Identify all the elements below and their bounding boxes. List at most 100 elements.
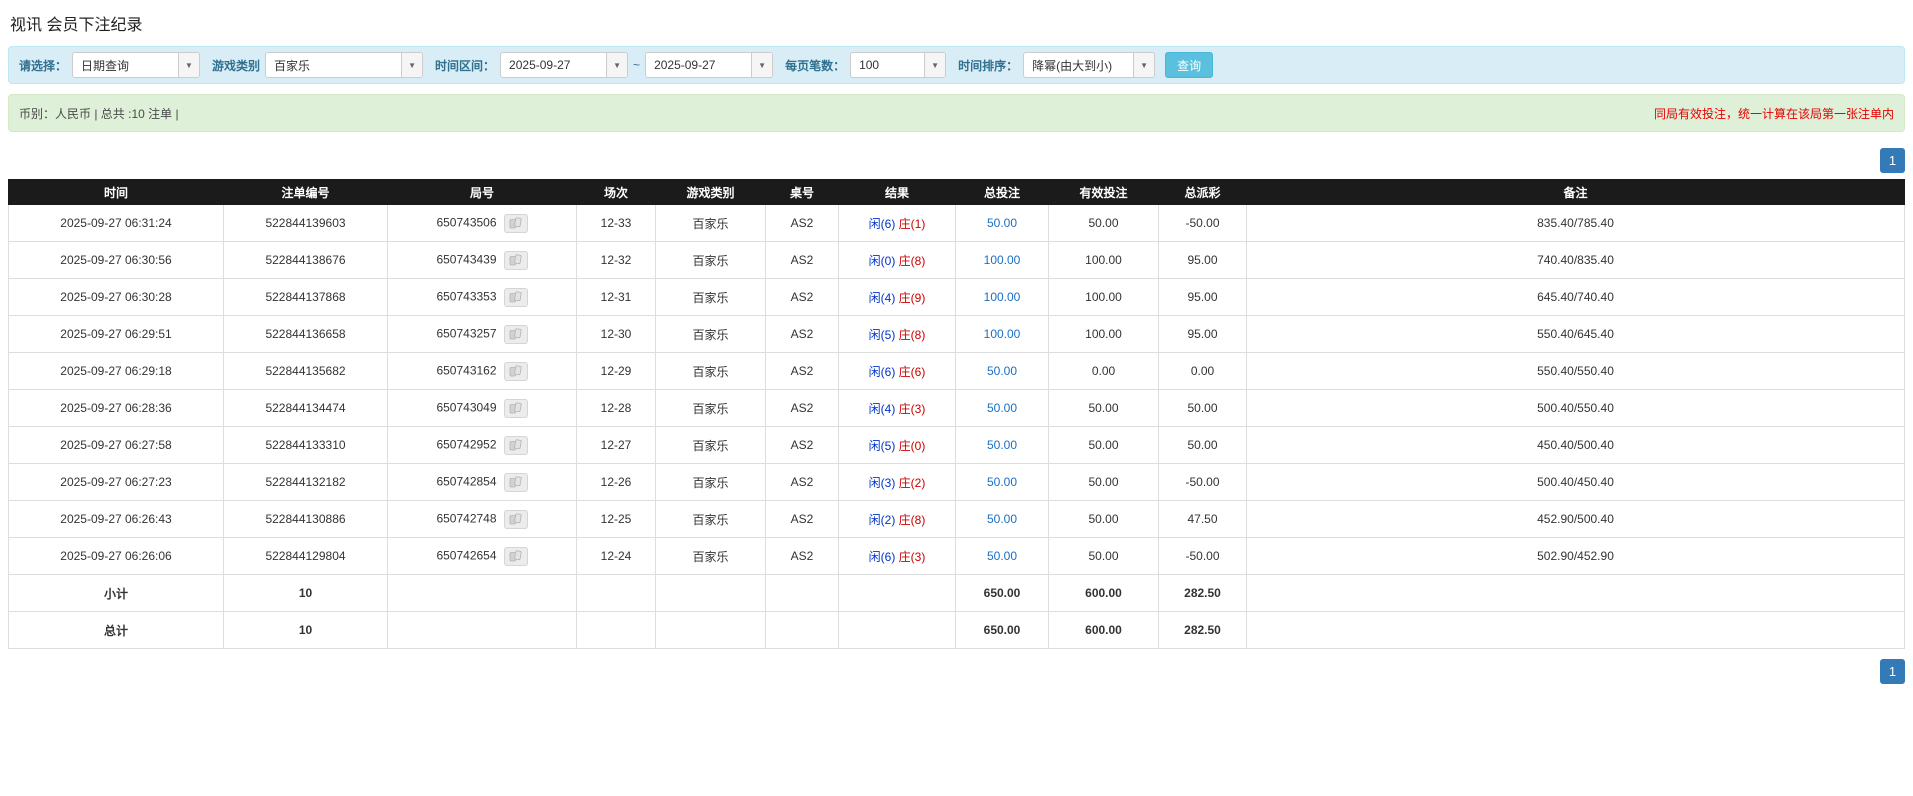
game-result: 闲(5) 庄(0) [839,427,956,464]
bet-id: 522844135682 [224,353,388,390]
column-header: 局号 [388,180,577,205]
total-bet-link[interactable]: 50.00 [987,438,1017,452]
note: 550.40/550.40 [1247,353,1905,390]
total-bet-link[interactable]: 100.00 [984,290,1021,304]
total-bet-link[interactable]: 100.00 [984,253,1021,267]
bet-time: 2025-09-27 06:27:23 [9,464,224,501]
bet-id: 522844133310 [224,427,388,464]
bet-time: 2025-09-27 06:27:58 [9,427,224,464]
session-no: 12-26 [577,464,656,501]
payout: 95.00 [1159,242,1247,279]
page-size-select[interactable]: 100 ▼ [850,52,946,78]
chevron-down-icon[interactable]: ▼ [178,53,199,77]
total-bet-link[interactable]: 50.00 [987,475,1017,489]
sort-order-value: 降幂(由大到小) [1024,53,1133,77]
player-result: 闲(6) [869,217,896,231]
chevron-down-icon[interactable]: ▼ [751,53,772,77]
game-result: 闲(2) 庄(8) [839,501,956,538]
note: 645.40/740.40 [1247,279,1905,316]
betting-records-table: 时间注单编号局号场次游戏类别桌号结果总投注有效投注总派彩备注 2025-09-2… [8,179,1905,649]
column-header: 注单编号 [224,180,388,205]
table-header-row: 时间注单编号局号场次游戏类别桌号结果总投注有效投注总派彩备注 [9,180,1905,205]
round-cell: 650742748 [388,501,577,538]
table-body: 2025-09-27 06:31:24 522844139603 6507435… [9,205,1905,649]
card-result-icon[interactable] [504,214,528,233]
valid-bet: 50.00 [1049,464,1159,501]
payout: 50.00 [1159,427,1247,464]
session-no: 12-31 [577,279,656,316]
total-bet-link[interactable]: 50.00 [987,512,1017,526]
card-result-icon[interactable] [504,362,528,381]
player-result: 闲(0) [869,254,896,268]
game-type: 百家乐 [656,427,766,464]
bet-id: 522844130886 [224,501,388,538]
query-mode-select[interactable]: 日期查询 ▼ [72,52,200,78]
card-result-icon[interactable] [504,399,528,418]
player-result: 闲(2) [869,513,896,527]
summary-row: 小计 10 650.00 600.00 282.50 [9,575,1905,612]
card-result-icon[interactable] [504,510,528,529]
session-no: 12-32 [577,242,656,279]
sort-order-label: 时间排序： [958,57,1018,74]
note: 452.90/500.40 [1247,501,1905,538]
total-bet-link[interactable]: 50.00 [987,216,1017,230]
chevron-down-icon[interactable]: ▼ [1133,53,1154,77]
table-row: 2025-09-27 06:30:56 522844138676 6507434… [9,242,1905,279]
total-bet-link[interactable]: 50.00 [987,364,1017,378]
page-button-1[interactable]: 1 [1880,659,1905,684]
note: 450.40/500.40 [1247,427,1905,464]
session-no: 12-25 [577,501,656,538]
valid-bet: 50.00 [1049,538,1159,575]
banker-result: 庄(1) [899,217,926,231]
banker-result: 庄(8) [899,513,926,527]
page-button-1[interactable]: 1 [1880,148,1905,173]
column-header: 结果 [839,180,956,205]
total-bet-link[interactable]: 100.00 [984,327,1021,341]
game-type: 百家乐 [656,353,766,390]
card-result-icon[interactable] [504,251,528,270]
column-header: 场次 [577,180,656,205]
round-id: 650743049 [436,400,496,414]
bet-time: 2025-09-27 06:29:18 [9,353,224,390]
player-result: 闲(6) [869,550,896,564]
date-to-select[interactable]: 2025-09-27 ▼ [645,52,773,78]
card-result-icon[interactable] [504,325,528,344]
card-result-icon[interactable] [504,288,528,307]
payout: 95.00 [1159,316,1247,353]
bet-time: 2025-09-27 06:26:06 [9,538,224,575]
query-mode-value: 日期查询 [73,53,178,77]
total-bet-link[interactable]: 50.00 [987,401,1017,415]
total-bet-link[interactable]: 50.00 [987,549,1017,563]
card-result-icon[interactable] [504,547,528,566]
chevron-down-icon[interactable]: ▼ [401,53,422,77]
date-from-select[interactable]: 2025-09-27 ▼ [500,52,628,78]
card-result-icon[interactable] [504,473,528,492]
game-result: 闲(5) 庄(8) [839,316,956,353]
round-id: 650742748 [436,511,496,525]
player-result: 闲(4) [869,402,896,416]
search-button[interactable]: 查询 [1165,52,1213,78]
bet-id: 522844134474 [224,390,388,427]
chevron-down-icon[interactable]: ▼ [606,53,627,77]
filter-bar: 请选择： 日期查询 ▼ 游戏类别 百家乐 ▼ 时间区间： 2025-09-27 … [8,46,1905,84]
summary-empty-cell [839,575,956,612]
bet-time: 2025-09-27 06:29:51 [9,316,224,353]
session-no: 12-30 [577,316,656,353]
card-result-icon[interactable] [504,436,528,455]
total-bet-cell: 100.00 [956,316,1049,353]
column-header: 总投注 [956,180,1049,205]
game-type-select[interactable]: 百家乐 ▼ [265,52,423,78]
note: 550.40/645.40 [1247,316,1905,353]
player-result: 闲(6) [869,365,896,379]
sort-order-select[interactable]: 降幂(由大到小) ▼ [1023,52,1155,78]
column-header: 桌号 [766,180,839,205]
chevron-down-icon[interactable]: ▼ [924,53,945,77]
note: 500.40/550.40 [1247,390,1905,427]
round-cell: 650743439 [388,242,577,279]
note: 502.90/452.90 [1247,538,1905,575]
summary-bar: 币别：人民币 | 总共 :10 注单 | 同局有效投注，统一计算在该局第一张注单… [8,94,1905,132]
valid-bet: 50.00 [1049,205,1159,242]
total-bet-cell: 50.00 [956,353,1049,390]
valid-bet: 50.00 [1049,427,1159,464]
table-no: AS2 [766,279,839,316]
